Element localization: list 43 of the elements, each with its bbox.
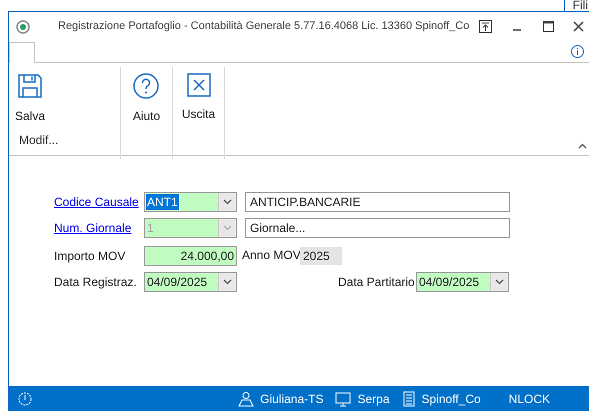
- close-icon[interactable]: [573, 21, 584, 32]
- field-label: Importo MOV: [54, 248, 126, 265]
- monitor-icon: [335, 390, 352, 406]
- combo-value: 04/09/2025: [146, 274, 208, 290]
- combo-value: 1: [146, 220, 155, 236]
- maximize-icon[interactable]: [543, 21, 554, 32]
- ribbon-group-label: Modif...: [18, 132, 60, 149]
- window-title: Registrazione Portafoglio - Contabilità Generale 5.77.16.4068 Lic. 13360 Spinoff_Co: [58, 19, 470, 34]
- dropdown-button[interactable]: [490, 273, 508, 291]
- ribbon-button[interactable]: Uscita: [180, 73, 218, 159]
- combo-box[interactable]: 04/09/2025: [416, 272, 509, 292]
- field-link[interactable]: Codice Causale: [54, 193, 144, 211]
- combo-box[interactable]: 04/09/2025: [144, 272, 237, 292]
- close-icon: [186, 73, 210, 97]
- dropdown-button[interactable]: [218, 273, 236, 291]
- help-icon: [133, 73, 160, 99]
- status-text: Spinoff_Co: [422, 390, 481, 408]
- field-label: Data Partitario: [338, 274, 416, 291]
- power-icon[interactable]: [18, 392, 32, 406]
- combo-value: 04/09/2025: [418, 274, 480, 290]
- amount-field[interactable]: 24.000,00: [144, 246, 237, 266]
- chevron-down-icon: [223, 279, 232, 285]
- collapse-icon[interactable]: [578, 143, 587, 149]
- description-field[interactable]: ANTICIP.BANCARIE: [245, 192, 510, 212]
- app-logo-icon: [16, 20, 30, 34]
- field-label: Anno MOV: [242, 247, 300, 264]
- pin-icon[interactable]: [479, 20, 492, 33]
- combo-box[interactable]: ANT1: [144, 192, 237, 212]
- chevron-down-icon: [495, 279, 504, 285]
- info-icon[interactable]: [571, 45, 584, 58]
- ribbon-button[interactable]: Aiuto: [130, 73, 162, 159]
- chevron-down-icon: [223, 225, 232, 231]
- chevron-down-icon: [223, 199, 232, 205]
- combo-value: ANT1: [146, 194, 179, 210]
- background-text: Fili: [572, 0, 588, 14]
- field-label: Data Registraz.: [54, 274, 138, 291]
- dropdown-button[interactable]: [218, 193, 236, 211]
- person-icon: [238, 390, 254, 406]
- year-field: 2025: [300, 247, 342, 265]
- status-text: NLOCK: [508, 390, 550, 408]
- status-text: Giuliana-TS: [260, 390, 324, 408]
- ribbon-button[interactable]: Salva: [13, 73, 48, 131]
- status-text: Serpa: [357, 390, 390, 408]
